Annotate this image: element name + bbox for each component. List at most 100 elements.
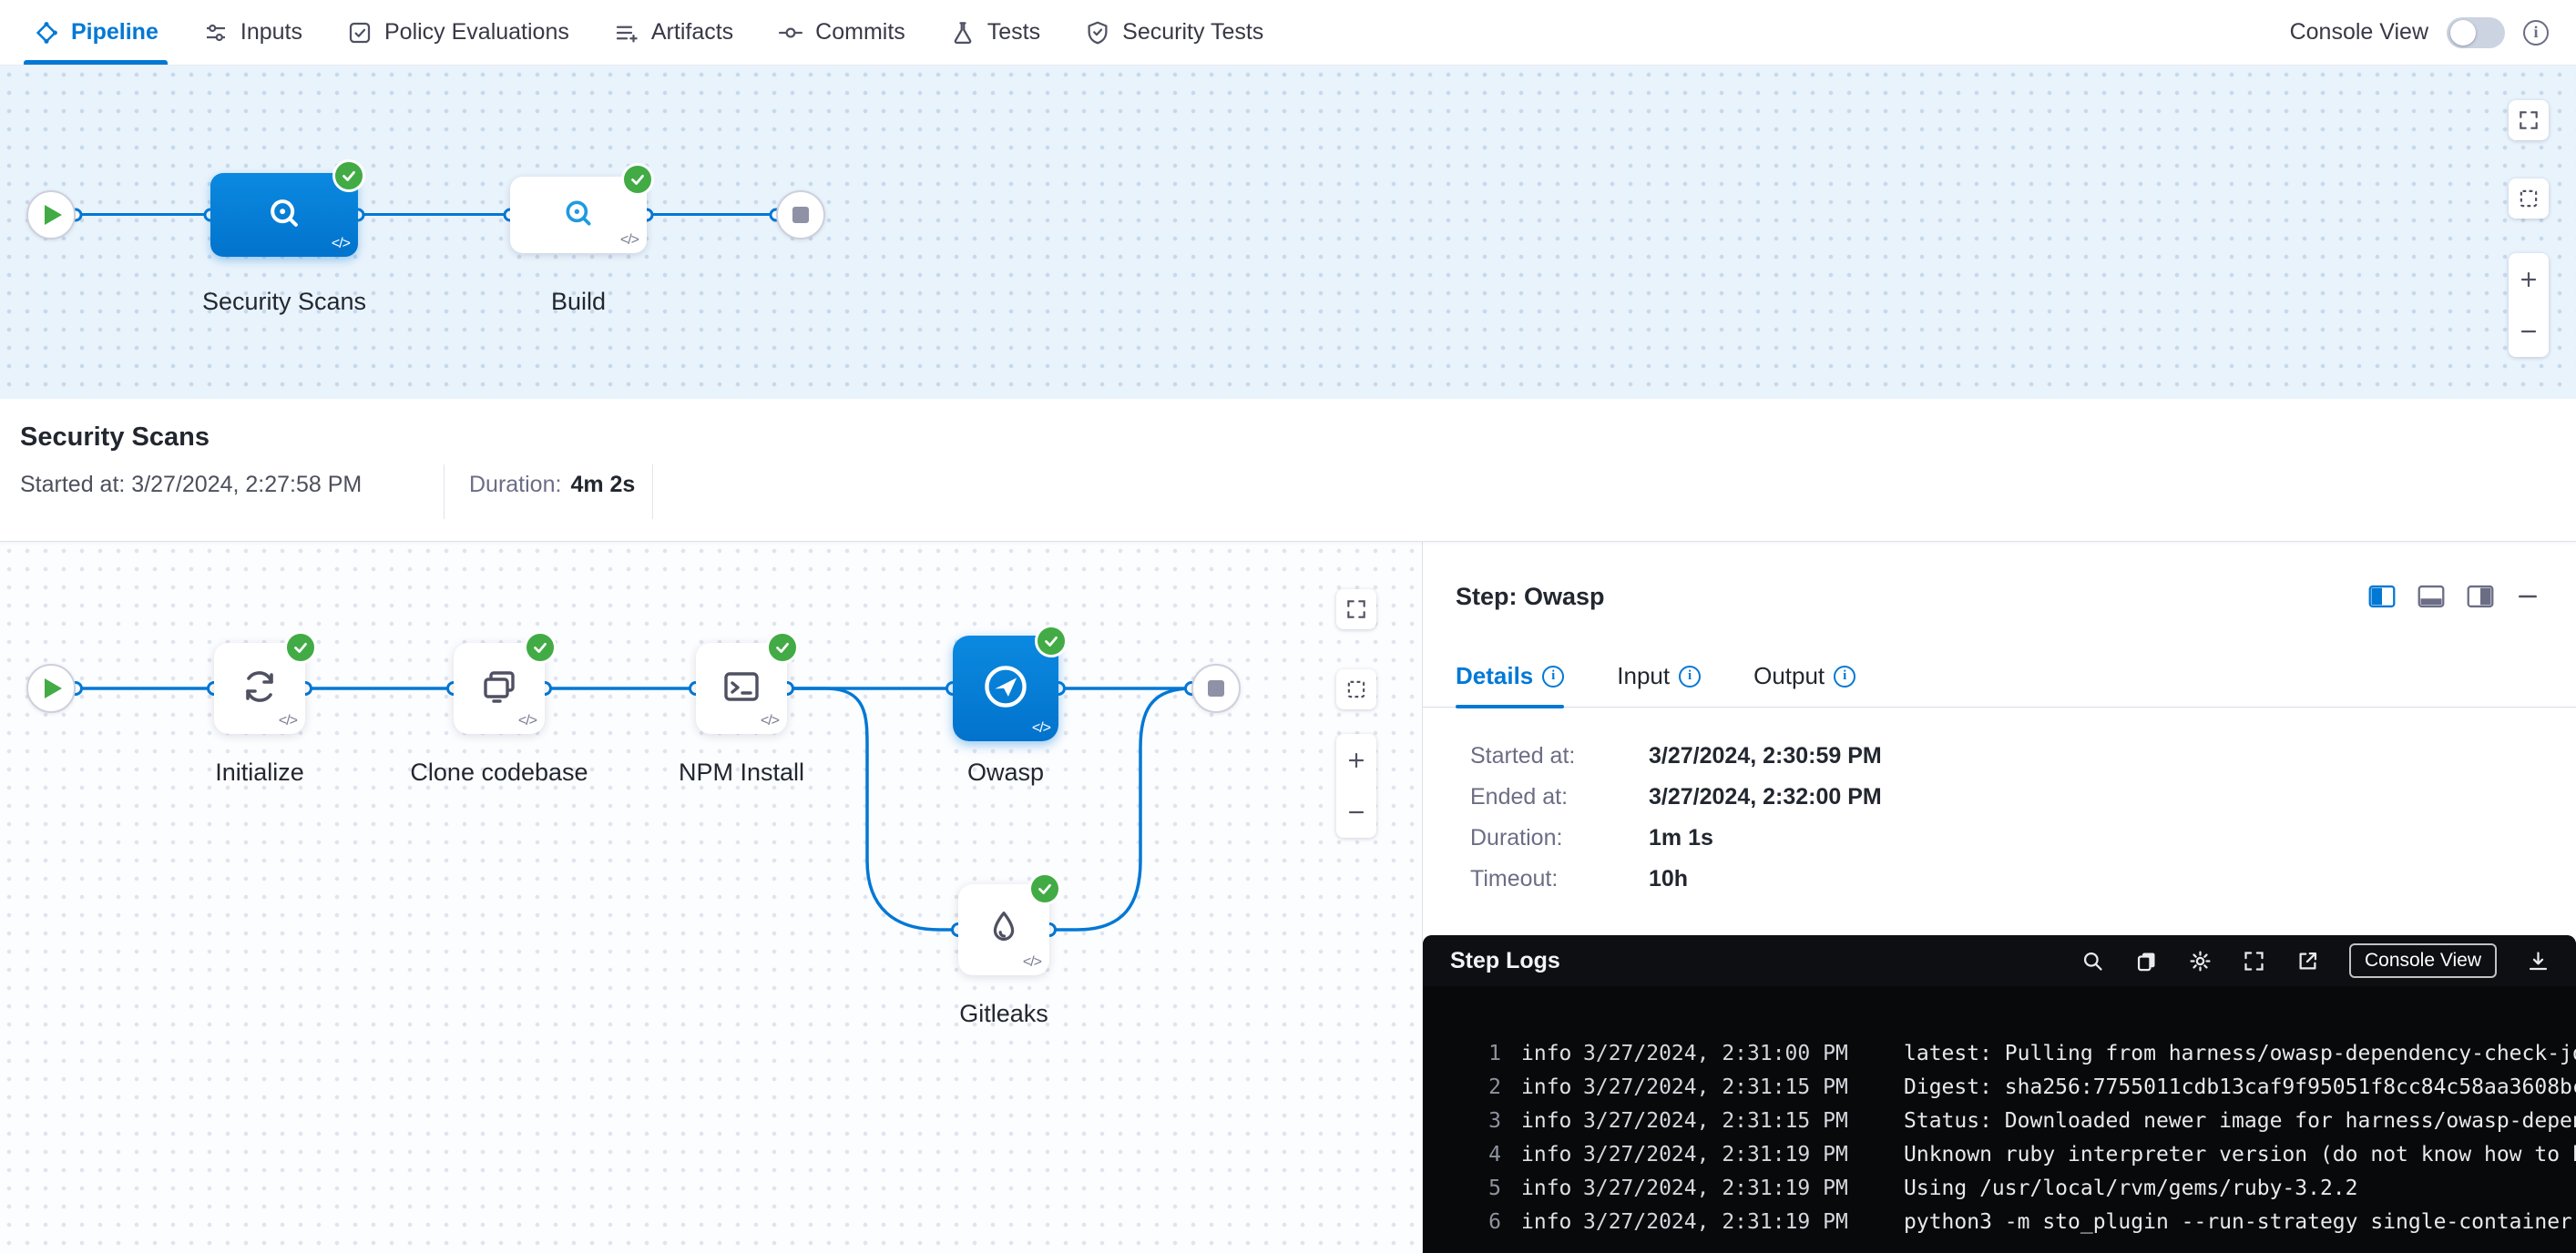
nav-tab-label: Policy Evaluations xyxy=(384,19,569,46)
nav-tab-policy-evaluations[interactable]: Policy Evaluations xyxy=(324,0,591,65)
stage-info-band: Security Scans Started at: 3/27/2024, 2:… xyxy=(0,399,2576,542)
owasp-icon xyxy=(979,660,1032,718)
nav-tab-label: Security Tests xyxy=(1122,19,1263,46)
log-message: python3 -m sto_plugin --run-strategy sin… xyxy=(1904,1206,2576,1239)
collapse-panel-icon[interactable] xyxy=(2516,585,2540,608)
settings-gear-icon[interactable] xyxy=(2188,949,2213,973)
success-badge xyxy=(1028,872,1061,905)
step-panel-tabs: Details i Input i Output i xyxy=(1423,647,2576,708)
stage-node-security-scans[interactable]: </> xyxy=(210,173,358,257)
fullscreen-icon[interactable] xyxy=(2242,949,2266,973)
tab-details[interactable]: Details i xyxy=(1456,662,1564,707)
log-line: 2info3/27/2024, 2:31:15 PMDigest: sha256… xyxy=(1474,1071,2576,1105)
layout-split-right-icon[interactable] xyxy=(2467,585,2494,608)
zoom-out-button[interactable] xyxy=(1336,786,1376,838)
fullscreen-button[interactable] xyxy=(1336,589,1376,629)
info-icon[interactable]: i xyxy=(2523,20,2549,46)
step-detail-rows: Started at: 3/27/2024, 2:30:59 PM Ended … xyxy=(1423,708,2576,935)
step-panel-header: Step: Owasp xyxy=(1423,542,2576,615)
info-icon[interactable]: i xyxy=(1834,666,1855,688)
zoom-out-button[interactable] xyxy=(2509,305,2549,357)
detail-value: 1m 1s xyxy=(1649,824,1713,851)
log-timestamp: 3/27/2024, 2:31:19 PM xyxy=(1583,1206,1904,1239)
pipeline-end-node[interactable] xyxy=(776,190,825,239)
tab-input[interactable]: Input i xyxy=(1617,662,1701,707)
log-line: 6info3/27/2024, 2:31:19 PMpython3 -m sto… xyxy=(1474,1206,2576,1239)
shield-icon xyxy=(1084,19,1111,46)
stage-info-title: Security Scans xyxy=(20,423,210,453)
success-badge xyxy=(524,631,557,664)
step-logs-body[interactable]: 1info3/27/2024, 2:31:00 PMlatest: Pullin… xyxy=(1423,986,2576,1253)
log-level: info xyxy=(1501,1037,1583,1071)
stage-duration: Duration: 4m 2s xyxy=(469,472,635,498)
nav-tab-inputs[interactable]: Inputs xyxy=(180,0,324,65)
step-label: NPM Install xyxy=(679,759,804,787)
success-badge xyxy=(332,159,365,192)
zoom-controls xyxy=(1336,734,1376,838)
success-badge xyxy=(284,631,317,664)
selection-button[interactable] xyxy=(1336,669,1376,709)
log-level: info xyxy=(1501,1071,1583,1105)
step-node-initialize[interactable]: </> xyxy=(214,643,305,734)
step-logs-title: Step Logs xyxy=(1450,948,1560,974)
inputs-icon xyxy=(202,19,230,46)
tab-label: Output xyxy=(1753,662,1825,690)
step-node-gitleaks[interactable]: </> xyxy=(958,884,1049,975)
code-glyph: </> xyxy=(279,713,297,729)
log-message: Using /usr/local/rvm/gems/ruby-3.2.2 xyxy=(1904,1172,2576,1206)
code-glyph: </> xyxy=(1032,720,1050,737)
top-nav-right: Console View i xyxy=(2290,17,2549,48)
info-icon[interactable]: i xyxy=(1679,666,1701,688)
copy-icon[interactable] xyxy=(2134,949,2159,973)
flask-icon xyxy=(949,19,976,46)
step-node-clone-codebase[interactable]: </> xyxy=(454,643,545,734)
zoom-in-button[interactable] xyxy=(2509,253,2549,305)
nav-tab-pipeline[interactable]: Pipeline xyxy=(11,0,180,65)
stage-end-node[interactable] xyxy=(1191,664,1241,713)
download-icon[interactable] xyxy=(2526,949,2550,973)
log-line-number: 3 xyxy=(1474,1105,1501,1138)
nav-tab-tests[interactable]: Tests xyxy=(927,0,1062,65)
tab-label: Details xyxy=(1456,662,1533,690)
step-node-owasp[interactable]: </> xyxy=(953,636,1058,741)
selection-button[interactable] xyxy=(2509,178,2549,219)
stage-start-node[interactable] xyxy=(26,664,76,713)
gitleaks-icon xyxy=(983,907,1025,953)
step-panel-title: Step: Owasp xyxy=(1456,583,1605,611)
zoom-in-button[interactable] xyxy=(1336,734,1376,786)
layout-split-left-icon[interactable] xyxy=(2368,585,2396,608)
nav-tab-commits[interactable]: Commits xyxy=(755,0,927,65)
initialize-icon xyxy=(238,665,281,713)
play-icon xyxy=(45,678,62,698)
info-icon[interactable]: i xyxy=(1542,666,1564,688)
console-view-toggle[interactable] xyxy=(2447,17,2505,48)
step-node-npm-install[interactable]: </> xyxy=(696,643,787,734)
nav-tab-security-tests[interactable]: Security Tests xyxy=(1062,0,1285,65)
commits-icon xyxy=(777,19,804,46)
fullscreen-button[interactable] xyxy=(2509,100,2549,140)
detail-row: Timeout: 10h xyxy=(1470,865,2576,892)
tab-label: Input xyxy=(1617,662,1670,690)
detail-label: Duration: xyxy=(1470,824,1649,851)
stage-label: Build xyxy=(551,288,606,316)
layout-bottom-icon[interactable] xyxy=(2418,585,2445,608)
console-view-button[interactable]: Console View xyxy=(2349,943,2497,978)
code-glyph: </> xyxy=(518,713,537,729)
step-logs-section: Step Logs xyxy=(1423,935,2576,1253)
nav-tab-label: Artifacts xyxy=(651,19,733,46)
log-timestamp: 3/27/2024, 2:31:00 PM xyxy=(1583,1037,1904,1071)
pipeline-start-node[interactable] xyxy=(26,190,76,239)
stage-graph-canvas[interactable]: </> Security Scans </> Build xyxy=(0,66,2576,399)
code-glyph: </> xyxy=(1023,954,1041,971)
search-icon[interactable] xyxy=(2080,949,2105,973)
execution-graph-canvas[interactable]: </> Initialize </> Clone codebase </> xyxy=(0,542,1423,1253)
open-in-new-icon[interactable] xyxy=(2295,949,2320,973)
log-timestamp: 3/27/2024, 2:31:15 PM xyxy=(1583,1105,1904,1138)
stage-connector-line xyxy=(67,213,782,216)
nav-tab-artifacts[interactable]: Artifacts xyxy=(591,0,755,65)
log-message: Status: Downloaded newer image for harne… xyxy=(1904,1105,2576,1138)
stage-node-build[interactable]: </> xyxy=(510,177,647,253)
tab-output[interactable]: Output i xyxy=(1753,662,1855,707)
info-glyph: i xyxy=(1688,668,1692,684)
log-level: info xyxy=(1501,1105,1583,1138)
